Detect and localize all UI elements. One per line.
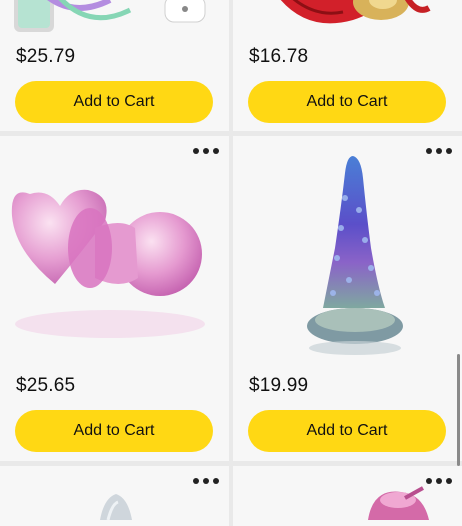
product-card[interactable] [0, 466, 229, 526]
product-image[interactable] [0, 0, 229, 38]
add-to-cart-button[interactable]: Add to Cart [248, 410, 446, 452]
product-card[interactable]: $25.65 Add to Cart [0, 136, 229, 461]
product-price: $25.65 [16, 375, 76, 396]
product-card[interactable] [233, 466, 462, 526]
product-image[interactable] [0, 480, 229, 520]
product-price: $25.79 [16, 46, 76, 67]
product-image[interactable] [233, 0, 462, 38]
product-card[interactable]: $19.99 Add to Cart [233, 136, 462, 461]
add-to-cart-button[interactable]: Add to Cart [15, 410, 213, 452]
product-image[interactable] [233, 148, 462, 363]
scrollbar[interactable] [457, 354, 460, 466]
product-card[interactable]: $16.78 Add to Cart [233, 0, 462, 131]
product-image[interactable] [0, 166, 229, 346]
product-card[interactable]: $25.79 Add to Cart [0, 0, 229, 131]
product-price: $16.78 [249, 46, 309, 67]
product-image[interactable] [233, 480, 462, 520]
more-options-icon[interactable] [193, 146, 219, 156]
product-grid: $25.79 Add to Cart $16.78 Add to Cart $2… [0, 0, 462, 526]
product-price: $19.99 [249, 375, 309, 396]
add-to-cart-button[interactable]: Add to Cart [248, 81, 446, 123]
add-to-cart-button[interactable]: Add to Cart [15, 81, 213, 123]
